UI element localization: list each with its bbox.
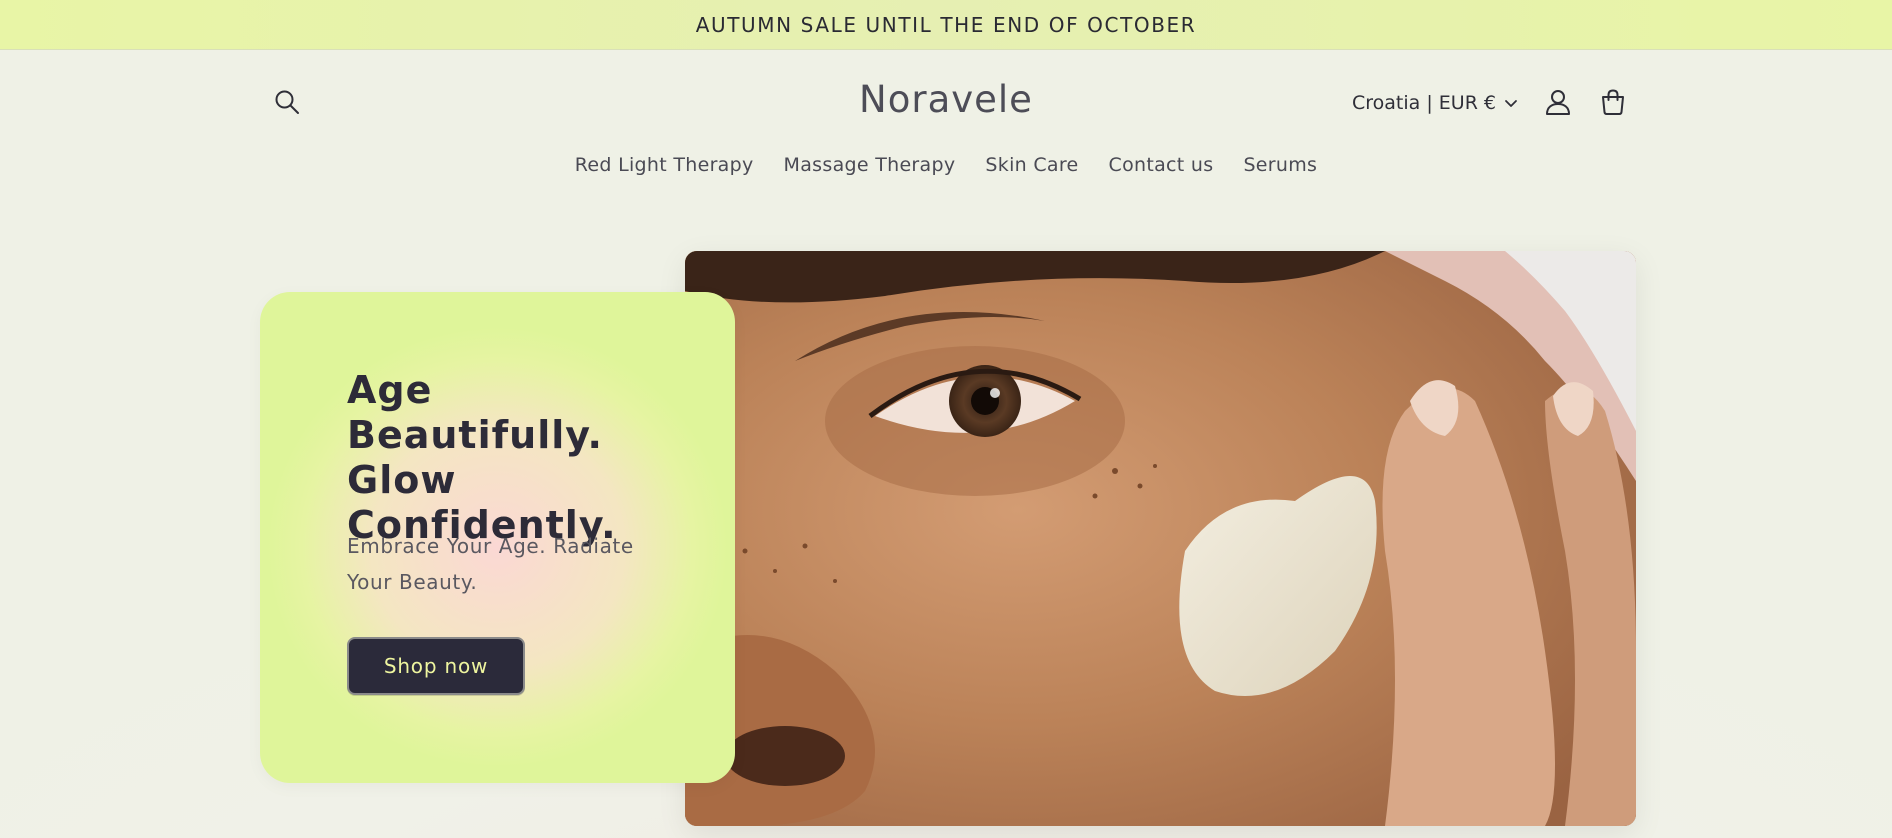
nav-item-massage-therapy[interactable]: Massage Therapy — [784, 154, 956, 176]
page: AUTUMN SALE UNTIL THE END OF OCTOBER Nor… — [0, 0, 1892, 838]
locale-selector[interactable]: Croatia | EUR € — [1352, 88, 1518, 118]
hero-card: Age Beautifully. Glow Confidently. Embra… — [260, 292, 735, 783]
locale-label: Croatia | EUR € — [1352, 92, 1497, 114]
site-logo[interactable]: Noravele — [746, 78, 1146, 121]
chevron-down-icon — [1505, 100, 1517, 107]
hero-image — [685, 251, 1636, 826]
cart-icon — [1602, 89, 1624, 115]
site-header: Noravele Croatia | EUR € Red Light Thera… — [0, 50, 1892, 210]
nav-item-skin-care[interactable]: Skin Care — [985, 154, 1078, 176]
account-button[interactable] — [1538, 82, 1578, 122]
main-nav: Red Light Therapy Massage Therapy Skin C… — [0, 154, 1892, 176]
announcement-text: AUTUMN SALE UNTIL THE END OF OCTOBER — [695, 12, 1197, 37]
shop-now-button[interactable]: Shop now — [347, 637, 525, 695]
nav-item-contact-us[interactable]: Contact us — [1109, 154, 1214, 176]
announcement-bar: AUTUMN SALE UNTIL THE END OF OCTOBER — [0, 0, 1892, 50]
nav-item-red-light-therapy[interactable]: Red Light Therapy — [575, 154, 754, 176]
nav-item-serums[interactable]: Serums — [1243, 154, 1317, 176]
search-button[interactable] — [267, 82, 307, 122]
search-icon — [275, 90, 299, 114]
cart-button[interactable] — [1593, 82, 1633, 122]
hero-title: Age Beautifully. Glow Confidently. — [347, 368, 617, 547]
hero-subtitle: Embrace Your Age. Radiate Your Beauty. — [347, 534, 634, 594]
user-icon — [1546, 90, 1570, 115]
